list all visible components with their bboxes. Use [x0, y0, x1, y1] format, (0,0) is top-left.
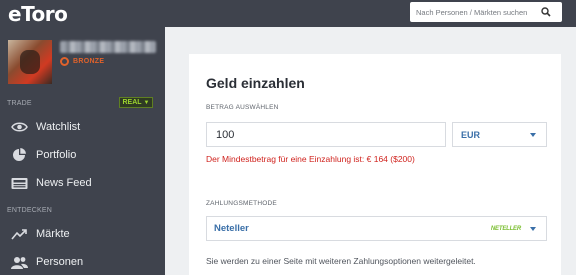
- people-icon: [9, 254, 29, 270]
- trade-section-header: TRADE: [7, 100, 32, 107]
- redirect-note: Sie werden zu einer Seite mit weiteren Z…: [206, 256, 476, 266]
- payment-method-label: ZAHLUNGSMETHODE: [206, 200, 277, 207]
- pie-chart-icon: [9, 147, 29, 163]
- sidebar-item-label: Portfolio: [36, 149, 77, 161]
- sidebar-item-label: Watchlist: [36, 121, 81, 133]
- chevron-down-icon: [530, 132, 536, 137]
- sidebar-item-portfolio[interactable]: Portfolio: [0, 142, 165, 168]
- discover-section-header: ENTDECKEN: [7, 207, 52, 214]
- chevron-down-icon: ▼: [143, 99, 150, 106]
- neteller-logo: NETELLER: [490, 225, 521, 232]
- rank-badge: BRONZE: [60, 57, 104, 66]
- sidebar-item-people[interactable]: Personen: [0, 249, 165, 275]
- sidebar: eToro BRONZE TRADE REAL ▼ Watchlist Port…: [0, 0, 165, 275]
- payment-method-select[interactable]: Neteller NETELLER: [206, 216, 547, 241]
- logo-bar: eToro: [0, 0, 165, 27]
- user-profile[interactable]: BRONZE: [8, 40, 158, 84]
- amount-label: BETRAG AUSWÄHLEN: [206, 104, 279, 111]
- trend-up-icon: [9, 226, 29, 242]
- bronze-rank-icon: [60, 57, 69, 66]
- eye-icon: [9, 119, 29, 135]
- sidebar-item-news-feed[interactable]: News Feed: [0, 170, 165, 196]
- chevron-down-icon: [530, 226, 536, 231]
- deposit-card: Geld einzahlen BETRAG AUSWÄHLEN 100 EUR …: [189, 54, 561, 275]
- currency-value: EUR: [461, 129, 481, 140]
- search-input[interactable]: [410, 3, 538, 21]
- sidebar-item-label: News Feed: [36, 177, 92, 189]
- newspaper-icon: [9, 175, 29, 191]
- sidebar-item-label: Personen: [36, 256, 84, 268]
- payment-method-value: Neteller: [214, 223, 249, 234]
- page-title: Geld einzahlen: [206, 75, 305, 91]
- currency-select[interactable]: EUR: [452, 122, 547, 147]
- avatar[interactable]: [8, 40, 52, 84]
- search-icon[interactable]: [538, 4, 554, 20]
- amount-input[interactable]: 100: [206, 122, 446, 147]
- rank-label: BRONZE: [73, 58, 105, 65]
- account-mode-label: REAL: [122, 99, 142, 106]
- minimum-amount-error: Der Mindestbetrag für eine Einzahlung is…: [206, 154, 415, 164]
- search-box[interactable]: [410, 2, 562, 22]
- username-blurred[interactable]: [60, 41, 156, 53]
- sidebar-item-markets[interactable]: Märkte: [0, 221, 165, 247]
- account-mode-toggle[interactable]: REAL ▼: [119, 97, 153, 108]
- sidebar-item-label: Märkte: [36, 228, 70, 240]
- sidebar-item-watchlist[interactable]: Watchlist: [0, 114, 165, 140]
- etoro-logo[interactable]: eToro: [8, 2, 68, 26]
- top-bar: [165, 0, 576, 27]
